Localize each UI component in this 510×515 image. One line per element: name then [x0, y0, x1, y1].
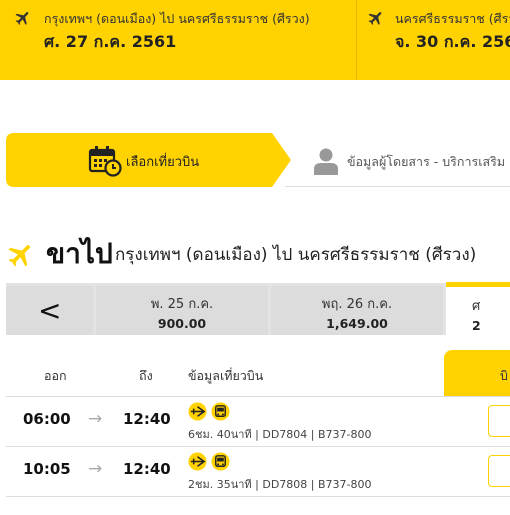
chevron-left-icon: < [38, 294, 62, 327]
step-label: ข้อมูลผู้โดยสาร - บริการเสริม [347, 154, 506, 169]
bus-icon[interactable] [211, 452, 230, 471]
trip-route: กรุงเทพฯ (ดอนเมือง) ไป นครศรีธรรมราช (ศี… [44, 11, 310, 26]
flight-transfer-icon[interactable] [188, 452, 207, 471]
divider [285, 186, 510, 187]
plane-icon [15, 12, 29, 25]
step-passenger-info[interactable]: ข้อมูลผู้โดยสาร - บริการเสริม [291, 133, 510, 187]
date-tabs: < พ. 25 ก.ค. 900.00 พฤ. 26 ก.ค. 1,649.00… [6, 282, 510, 340]
date-tab-date: ศ [472, 299, 481, 314]
plane-icon [368, 12, 382, 25]
user-icon [314, 148, 338, 175]
flight-transfer-icon[interactable] [188, 402, 207, 421]
arrow-right-icon: → [88, 409, 103, 429]
outbound-title: ขาไป [46, 237, 113, 270]
outbound-route: กรุงเทพฯ (ดอนเมือง) ไป นครศรีธรรมราช (ศี… [115, 245, 477, 265]
plane-icon [8, 245, 30, 267]
arrow-right-icon: → [88, 459, 103, 479]
fare-select-button[interactable] [488, 455, 510, 487]
calendar-clock-icon [88, 146, 122, 177]
trip-date: ศ. 27 ก.ค. 2561 [44, 32, 177, 51]
fare-select-button[interactable] [488, 405, 510, 437]
previous-dates-button[interactable]: < [6, 286, 93, 335]
arrival-time: 12:40 [123, 460, 171, 478]
column-header-fare: บิ [500, 368, 508, 383]
departure-time: 06:00 [23, 410, 71, 428]
flight-table-header: ออก ถึง ข้อมูลเที่ยวบิน บิ [6, 350, 510, 397]
date-tab[interactable]: พฤ. 26 ก.ค. 1,649.00 [271, 286, 443, 335]
date-tab[interactable]: พ. 25 ก.ค. 900.00 [96, 286, 268, 335]
booking-steps: เลือกเที่ยวบิน ข้อมูลผู้โดยสาร - บริการเ… [6, 133, 510, 187]
outbound-heading: ขาไป กรุงเทพฯ (ดอนเมือง) ไป นครศรีธรรมรา… [0, 232, 510, 272]
trip-summary-bar: กรุงเทพฯ (ดอนเมือง) ไป นครศรีธรรมราช (ศี… [0, 0, 510, 80]
bus-icon[interactable] [211, 402, 230, 421]
departure-time: 10:05 [23, 460, 71, 478]
trip-date: จ. 30 ก.ค. 2561 [395, 32, 510, 51]
date-tab-price: 900.00 [157, 316, 207, 331]
flight-row[interactable]: 10:05 → 12:40 2ชม. 35นาที | DD7808 | B73… [6, 446, 510, 497]
trip-route: นครศรีธรรมราช (ศีรว [395, 11, 510, 26]
step-select-flight[interactable]: เลือกเที่ยวบิน [6, 133, 291, 187]
date-tab-selected[interactable]: ศ 2 [446, 282, 510, 340]
step-label: เลือกเที่ยวบิน [126, 155, 200, 170]
date-tab-price: 1,649.00 [326, 316, 388, 331]
fare-column-header: บิ [444, 350, 510, 396]
column-header-arrive: ถึง [139, 368, 153, 383]
flight-info: 2ชม. 35นาที | DD7808 | B737-800 [188, 478, 372, 491]
return-trip-summary[interactable]: นครศรีธรรมราช (ศีรว จ. 30 ก.ค. 2561 [356, 0, 510, 80]
column-header-depart: ออก [44, 368, 67, 383]
arrival-time: 12:40 [123, 410, 171, 428]
date-tab-date: พฤ. 26 ก.ค. [321, 297, 393, 312]
date-tab-date: พ. 25 ก.ค. [150, 297, 214, 312]
flight-info: 6ชม. 40นาที | DD7804 | B737-800 [188, 428, 372, 441]
flight-row[interactable]: 06:00 → 12:40 6ชม. 40นาที | DD7804 | B73… [6, 396, 510, 447]
date-tab-price: 2 [472, 318, 481, 333]
outbound-trip-summary[interactable]: กรุงเทพฯ (ดอนเมือง) ไป นครศรีธรรมราช (ศี… [0, 0, 356, 80]
column-header-info: ข้อมูลเที่ยวบิน [188, 368, 264, 383]
